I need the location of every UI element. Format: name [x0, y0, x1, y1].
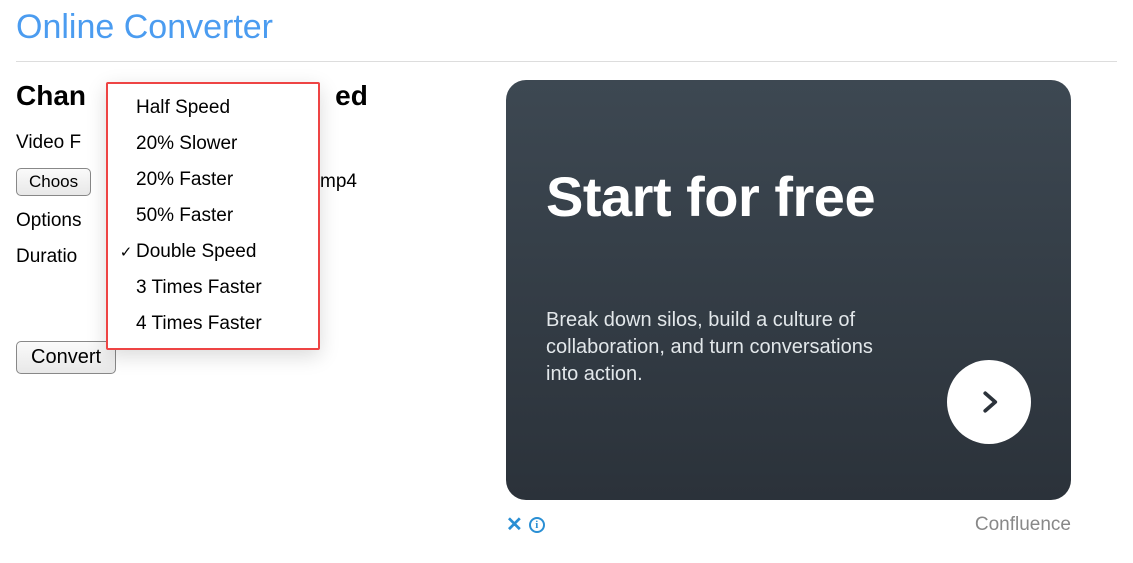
duration-label: Duratio [16, 246, 77, 268]
speed-option-label: 20% Faster [136, 169, 233, 191]
ad-headline: Start for free [546, 168, 1031, 227]
ad-card[interactable]: Start for free Break down silos, build a… [506, 80, 1071, 500]
divider [16, 61, 1117, 62]
chevron-right-icon [974, 387, 1004, 417]
speed-option-label: 20% Slower [136, 133, 237, 155]
convert-button[interactable]: Convert [16, 341, 116, 374]
speed-option-label: 50% Faster [136, 205, 233, 227]
speed-option[interactable]: 3 Times Faster [108, 270, 318, 306]
speed-option[interactable]: 20% Slower [108, 126, 318, 162]
options-label: Options [16, 210, 81, 232]
speed-option[interactable]: 50% Faster [108, 198, 318, 234]
speed-option-label: 4 Times Faster [136, 313, 262, 335]
speed-option[interactable]: ✓Double Speed [108, 234, 318, 270]
heading-right: ed [335, 80, 368, 111]
site-title[interactable]: Online Converter [16, 0, 1117, 61]
form-column: Chan xxxxxxxxxxxxxxx ed Video F Choos 0_… [16, 80, 476, 537]
speed-option-label: Double Speed [136, 241, 256, 263]
video-file-label: Video F [16, 132, 81, 154]
speed-dropdown[interactable]: Half Speed 20% Slower 20% Faster 50% Faster… [106, 82, 320, 350]
speed-option[interactable]: 4 Times Faster [108, 306, 318, 342]
info-icon[interactable]: i [529, 517, 545, 533]
ad-arrow-button[interactable] [947, 360, 1031, 444]
heading-left: Chan [16, 80, 86, 111]
check-icon: ✓ [116, 243, 136, 261]
choose-file-button[interactable]: Choos [16, 168, 91, 196]
speed-option[interactable]: Half Speed [108, 90, 318, 126]
close-icon[interactable]: ✕ [506, 512, 523, 537]
ad-column: Start for free Break down silos, build a… [506, 80, 1076, 537]
speed-option[interactable]: 20% Faster [108, 162, 318, 198]
ad-brand-label[interactable]: Confluence [975, 514, 1071, 536]
speed-option-label: 3 Times Faster [136, 277, 262, 299]
speed-option-label: Half Speed [136, 97, 230, 119]
ad-subtext: Break down silos, build a culture of col… [546, 307, 896, 388]
